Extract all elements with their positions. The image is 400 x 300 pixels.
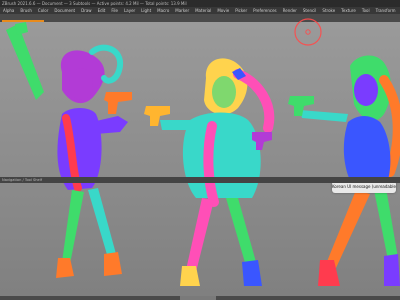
figure-2-bodysuit[interactable] <box>203 121 219 207</box>
menu-marker[interactable]: Marker <box>172 7 192 14</box>
menu-render[interactable]: Render <box>280 7 300 14</box>
main-menubar: Alpha Brush Color Document Draw Edit File Layer… <box>0 7 400 14</box>
figure-3-head[interactable] <box>354 74 378 106</box>
brush-cursor-icon[interactable] <box>290 14 326 50</box>
menu-tool[interactable]: Tool <box>359 7 373 14</box>
menu-document[interactable]: Document <box>51 7 78 14</box>
menu-draw[interactable]: Draw <box>78 7 94 14</box>
top-toolbar <box>0 14 400 22</box>
menu-texture[interactable]: Texture <box>338 7 359 14</box>
menu-alpha[interactable]: Alpha <box>0 7 17 14</box>
menu-movie[interactable]: Movie <box>214 7 232 14</box>
tool-shelf: Navigation / Tool Shelf <box>0 177 400 183</box>
figure-1-head[interactable] <box>69 68 93 100</box>
menu-macro[interactable]: Macro <box>154 7 172 14</box>
menu-edit[interactable]: Edit <box>95 7 109 14</box>
figure-2-head[interactable] <box>212 76 236 108</box>
menu-picker[interactable]: Picker <box>232 7 250 14</box>
figure-3-boot-right[interactable] <box>384 254 400 286</box>
tool-shelf-label: Navigation / Tool Shelf <box>2 178 43 182</box>
menu-material[interactable]: Material <box>192 7 214 14</box>
menu-stroke[interactable]: Stroke <box>319 7 338 14</box>
menu-light[interactable]: Light <box>138 7 154 14</box>
menu-transform[interactable]: Transform <box>373 7 399 14</box>
menu-color[interactable]: Color <box>35 7 51 14</box>
horizontal-scroll-thumb[interactable] <box>180 296 216 300</box>
menu-layer[interactable]: Layer <box>121 7 138 14</box>
menu-file[interactable]: File <box>108 7 121 14</box>
app-titlebar: ZBrush 2021.6.6 — Document — 3 Subtools … <box>0 0 400 7</box>
menu-stencil[interactable]: Stencil <box>300 7 320 14</box>
menu-preferences[interactable]: Preferences <box>250 7 280 14</box>
figure-2-arm[interactable] <box>160 120 208 130</box>
menu-brush[interactable]: Brush <box>17 7 35 14</box>
app-title: ZBrush 2021.6.6 — Document — 3 Subtools … <box>2 1 187 6</box>
sculpt-scene[interactable] <box>0 22 400 296</box>
zbrush-window: ZBrush 2021.6.6 — Document — 3 Subtools … <box>0 0 400 300</box>
